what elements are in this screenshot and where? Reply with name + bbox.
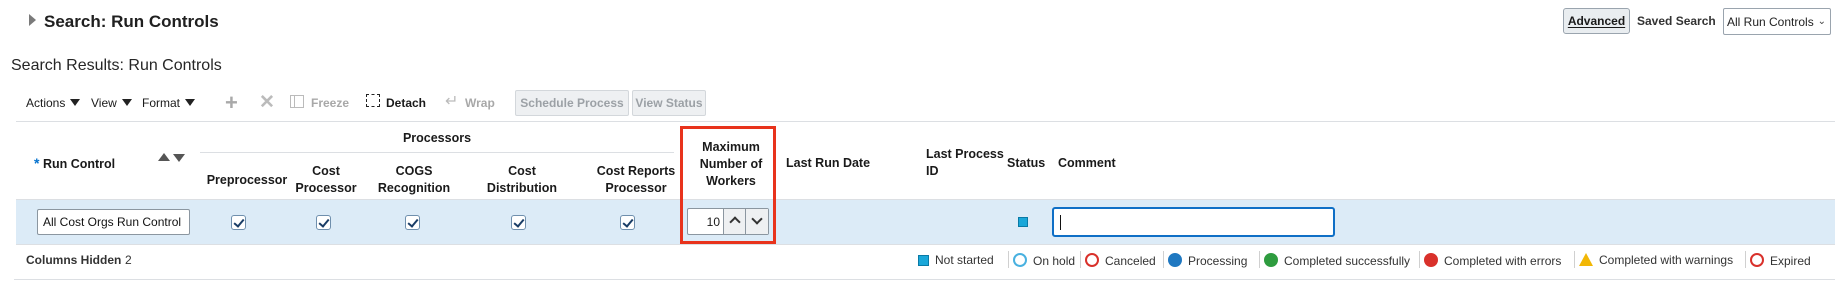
clock-icon [1168, 253, 1182, 267]
col-header-comment[interactable]: Comment [1058, 155, 1116, 172]
saved-search-select[interactable]: All Run Controls ⌄ [1723, 8, 1831, 35]
sort-descending-icon[interactable] [173, 154, 185, 162]
detach-button[interactable]: Detach [386, 96, 426, 110]
legend-separator [1080, 251, 1081, 268]
legend-canceled: Canceled [1085, 253, 1156, 268]
legend-separator [1163, 251, 1164, 268]
col-header-preprocessor[interactable]: Preprocessor [202, 172, 292, 189]
legend-processing: Processing [1168, 253, 1247, 268]
sort-ascending-icon[interactable] [158, 153, 170, 161]
legend-completed-with-errors: Completed with errors [1424, 253, 1561, 268]
format-menu-label: Format [142, 96, 181, 110]
legend-label: Completed successfully [1284, 254, 1411, 268]
format-menu[interactable]: Format [142, 96, 196, 110]
status-not-started-icon [1018, 217, 1028, 227]
legend-label: Processing [1188, 254, 1248, 268]
run-control-input[interactable]: All Cost Orgs Run Control [37, 209, 190, 235]
advanced-button[interactable]: Advanced [1563, 8, 1630, 34]
processors-group-divider [200, 152, 674, 153]
add-row-icon[interactable]: + [225, 92, 238, 114]
legend-label: Not started [935, 253, 994, 267]
schedule-process-button[interactable]: Schedule Process [515, 90, 629, 116]
error-circle-icon [1424, 253, 1438, 267]
cogs-recognition-checkbox[interactable] [405, 215, 420, 230]
legend-label: Canceled [1105, 254, 1156, 268]
col-header-cost-processor[interactable]: Cost Processor [290, 163, 362, 197]
legend-label: Completed with errors [1444, 254, 1562, 268]
page-title: Search: Run Controls [44, 12, 219, 31]
col-header-last-process-id[interactable]: Last Process ID [926, 146, 1004, 180]
col-header-status[interactable]: Status [1007, 155, 1045, 172]
text-caret [1060, 215, 1061, 230]
cost-reports-processor-checkbox[interactable] [620, 215, 635, 230]
legend-separator [1008, 251, 1009, 268]
legend-separator [1574, 251, 1575, 268]
col-header-cost-reports-processor[interactable]: Cost Reports Processor [590, 163, 682, 197]
square-icon [918, 255, 929, 266]
row-bottom-border [16, 244, 1835, 245]
legend-completed-with-warnings: Completed with warnings [1579, 253, 1733, 267]
legend-on-hold: On hold [1013, 253, 1075, 268]
columns-hidden-count[interactable]: 2 [125, 253, 132, 267]
caret-down-icon [121, 99, 132, 106]
legend-separator [1419, 251, 1420, 268]
saved-search-value: All Run Controls [1727, 15, 1814, 29]
pause-icon [1013, 253, 1027, 267]
caret-down-icon [70, 99, 81, 106]
legend-separator [1259, 251, 1260, 268]
view-status-button[interactable]: View Status [632, 90, 706, 116]
legend-not-started: Not started [918, 253, 994, 267]
legend-separator [1745, 251, 1746, 268]
col-header-cogs-recognition[interactable]: COGS Recognition [374, 163, 454, 197]
results-title: Search Results: Run Controls [11, 57, 222, 74]
wrap-icon[interactable]: ↵ [445, 91, 458, 111]
freeze-icon[interactable] [290, 95, 304, 108]
actions-menu-label: Actions [26, 96, 66, 110]
run-control-header-label: Run Control [42, 157, 116, 171]
table-row[interactable] [16, 200, 1835, 244]
advanced-button-label: Advanced [1567, 14, 1626, 28]
saved-search-label: Saved Search [1637, 14, 1716, 28]
legend-label: Completed with warnings [1599, 253, 1734, 267]
view-menu-label: View [91, 96, 117, 110]
warning-icon [1579, 253, 1593, 266]
col-header-run-control[interactable]: * Run Control [34, 155, 115, 173]
columns-hidden-label: Columns Hidden [26, 253, 122, 267]
cost-processor-checkbox[interactable] [316, 215, 331, 230]
highlight-box [680, 126, 776, 244]
comment-input[interactable] [1052, 207, 1335, 237]
legend-expired: Expired [1750, 253, 1811, 268]
col-header-cost-distribution[interactable]: Cost Distribution [480, 163, 564, 197]
preprocessor-checkbox[interactable] [231, 215, 246, 230]
table-top-border [16, 121, 1835, 122]
freeze-button[interactable]: Freeze [311, 96, 349, 110]
view-menu[interactable]: View [91, 96, 132, 110]
actions-menu[interactable]: Actions [26, 96, 81, 110]
wrap-button[interactable]: Wrap [465, 96, 495, 110]
legend-completed-successfully: Completed successfully [1264, 253, 1410, 268]
caret-down-icon [185, 99, 196, 106]
legend-label: On hold [1033, 254, 1076, 268]
table-bottom-border [14, 279, 1835, 280]
chevron-down-icon: ⌄ [1817, 16, 1826, 27]
legend-label: Expired [1770, 254, 1811, 268]
ban-icon [1085, 253, 1099, 267]
cost-distribution-checkbox[interactable] [511, 215, 526, 230]
disclosure-toggle-icon[interactable] [29, 14, 36, 26]
expired-icon [1750, 253, 1764, 267]
check-circle-icon [1264, 253, 1278, 267]
col-group-processors: Processors [402, 131, 472, 145]
detach-icon[interactable] [366, 94, 380, 107]
delete-row-icon[interactable]: ✕ [259, 93, 275, 113]
required-indicator: * [34, 155, 40, 171]
col-header-last-run-date[interactable]: Last Run Date [786, 155, 870, 172]
